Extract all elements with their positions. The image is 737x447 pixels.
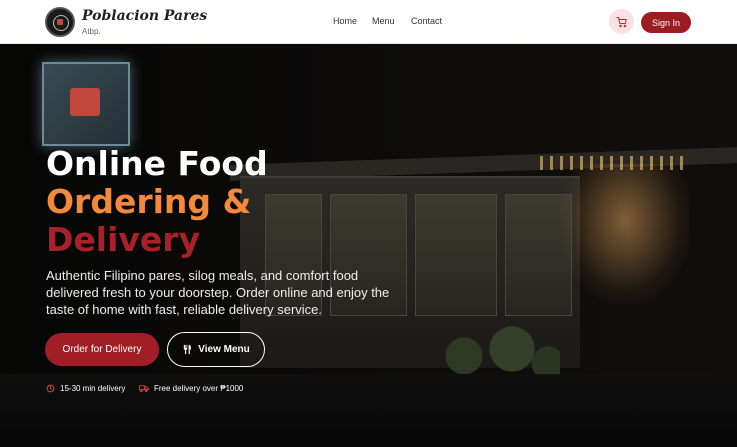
cart-button[interactable] [609, 9, 634, 34]
nav-link-contact[interactable]: Contact [411, 16, 442, 26]
truck-icon [139, 385, 149, 393]
brand-logo[interactable] [45, 7, 75, 37]
feature-free-delivery: Free delivery over ₱1000 [139, 384, 243, 393]
storefront-window [415, 194, 497, 316]
logo-emblem [57, 19, 63, 25]
top-navbar: Poblacion Pares Atbp. Home Menu Contact … [0, 0, 737, 44]
clock-icon [46, 384, 55, 393]
brand-tagline: Atbp. [82, 27, 101, 36]
hero-description: Authentic Filipino pares, silog meals, a… [46, 268, 390, 317]
shopping-cart-icon [616, 16, 627, 27]
utensils-icon [184, 344, 192, 355]
nav-link-home[interactable]: Home [333, 16, 357, 26]
hero-heading-line-2: Ordering & [46, 182, 252, 221]
string-lights [540, 156, 690, 170]
hero-heading-line-3: Delivery [46, 220, 201, 259]
sign-emblem [70, 88, 100, 116]
brand-name[interactable]: Poblacion Pares [82, 8, 207, 24]
view-menu-label: View Menu [198, 344, 250, 355]
order-delivery-button[interactable]: Order for Delivery [45, 333, 159, 366]
nav-link-menu[interactable]: Menu [372, 16, 395, 26]
feature-delivery-time: 15-30 min delivery [46, 384, 125, 393]
feature-delivery-time-text: 15-30 min delivery [60, 384, 126, 393]
feature-free-delivery-text: Free delivery over ₱1000 [154, 384, 244, 393]
view-menu-button[interactable]: View Menu [167, 332, 265, 367]
warm-light-glow [560, 164, 690, 304]
storefront-sign [42, 62, 130, 146]
sign-in-button[interactable]: Sign In [641, 12, 691, 33]
hero-section: Online Food Ordering & Delivery Authenti… [0, 44, 737, 447]
hero-heading-line-1: Online Food [46, 144, 268, 183]
